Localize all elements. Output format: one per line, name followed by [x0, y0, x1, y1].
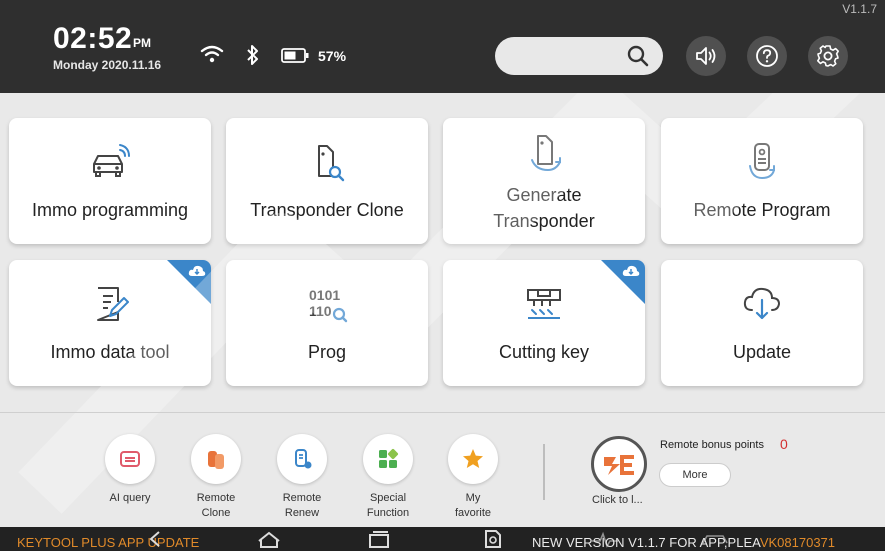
section-divider	[0, 412, 885, 413]
vertical-separator	[543, 444, 545, 500]
click-to-login-label[interactable]: Click to l...	[592, 494, 643, 506]
tile-label: Prog	[307, 342, 347, 362]
star-icon	[463, 449, 483, 468]
cloud-download-badge-icon	[188, 265, 206, 276]
remote-clone-button[interactable]: Remote Clone	[181, 434, 251, 521]
volume-icon	[696, 47, 716, 65]
volume-button[interactable]	[686, 36, 726, 76]
help-button[interactable]	[747, 36, 787, 76]
remote-renew-label-line2: Renew	[284, 507, 320, 519]
special-function-circle[interactable]	[363, 434, 413, 484]
battery-percentage: 57%	[318, 48, 347, 64]
search-doc-icon[interactable]	[482, 529, 504, 549]
tile-transponder-clone[interactable]: Transponder Clone	[226, 118, 428, 244]
binary-row-1: 0101	[309, 287, 340, 303]
tile-label: Cutting key	[498, 342, 590, 362]
remote-clone-icon	[208, 451, 224, 469]
remote-renew-button[interactable]: Remote Renew	[267, 434, 337, 521]
ai-query-circle[interactable]	[105, 434, 155, 484]
search-icon[interactable]	[627, 45, 649, 67]
cutting-machine-icon	[527, 289, 561, 319]
my-favorite-label: My favorite	[438, 491, 508, 521]
special-function-button[interactable]: Special Function	[353, 434, 423, 521]
clock-date: Monday 2020.11.16	[53, 58, 162, 72]
transponder-search-icon	[318, 145, 345, 182]
ai-query-icon	[120, 451, 140, 467]
binary-icon: 0101 110	[309, 287, 348, 323]
bluetooth-icon	[247, 45, 258, 65]
my-favorite-circle[interactable]	[448, 434, 498, 484]
tile-label-line2: Transponder	[493, 211, 595, 231]
remote-clone-label-line2: Clone	[201, 507, 231, 519]
tile-immo-data-tool[interactable]: Immo data tool	[9, 260, 211, 386]
ticker-left-text: KEYTOOL PLUS APP UPDATE	[17, 535, 200, 550]
special-function-label-line1: Special	[369, 492, 407, 504]
special-function-icon	[379, 448, 399, 468]
navigation-bar: KEYTOOL PLUS APP UPDATE NEW VERSION V1.1…	[0, 527, 885, 551]
transponder-generate-icon	[531, 135, 561, 172]
tile-label: Immo programming	[31, 200, 189, 220]
my-favorite-label-line1: My	[465, 492, 481, 504]
brand-logo-icon	[604, 455, 634, 475]
version-label: V1.1.7	[842, 2, 877, 16]
settings-button[interactable]	[808, 36, 848, 76]
status-header: V1.1.7 02:52 PM Monday 2020.11.16 57%	[0, 0, 885, 93]
clock-time: 02:52	[53, 22, 133, 55]
tile-label: Update	[732, 342, 792, 362]
remote-clone-label-line1: Remote	[196, 492, 236, 504]
back-icon[interactable]	[145, 529, 167, 549]
remote-renew-label-line1: Remote	[282, 492, 322, 504]
tile-immo-programming[interactable]: Immo programming	[9, 118, 211, 244]
my-favorite-label-line2: favorite	[454, 507, 492, 519]
remote-icon	[749, 143, 775, 180]
recents-icon[interactable]	[366, 529, 392, 549]
tile-update[interactable]: Update	[661, 260, 863, 386]
remote-renew-icon	[295, 449, 312, 469]
special-function-label-line2: Function	[366, 507, 410, 519]
tile-remote-program[interactable]: Remote Program	[661, 118, 863, 244]
ai-query-label: AI query	[109, 492, 151, 504]
settings-icon	[817, 45, 839, 67]
remote-renew-circle[interactable]	[277, 434, 327, 484]
tile-label: Immo data tool	[50, 342, 170, 362]
remote-renew-label: Remote Renew	[267, 491, 337, 521]
pulse-icon[interactable]	[590, 529, 620, 549]
my-favorite-button[interactable]: My favorite	[438, 434, 508, 521]
binary-row-2: 110	[309, 303, 332, 319]
more-button[interactable]: More	[659, 463, 731, 487]
tile-label-line1: Generate	[506, 185, 582, 205]
wifi-icon	[200, 45, 224, 63]
tile-prog[interactable]: 0101 110 Prog	[226, 260, 428, 386]
ticker-right-text: NEW VERSION V1.1.7 FOR APP,PLEAVK0817037…	[532, 535, 835, 550]
car-icon[interactable]	[700, 529, 730, 549]
tile-label: Generate Transponder	[443, 182, 645, 234]
help-icon	[756, 45, 778, 67]
tile-label: Remote Program	[693, 200, 831, 220]
remote-clone-circle[interactable]	[191, 434, 241, 484]
brand-logo-button[interactable]	[591, 436, 647, 492]
tile-label: Transponder Clone	[250, 200, 404, 220]
special-function-label: Special Function	[353, 491, 423, 521]
home-icon[interactable]	[256, 529, 282, 549]
battery-icon	[281, 48, 309, 63]
bonus-points-label: Remote bonus points	[660, 439, 764, 451]
car-key-icon	[93, 144, 130, 177]
search-bar[interactable]	[495, 37, 663, 75]
cloud-download-badge-icon	[622, 265, 640, 276]
bonus-points-value: 0	[780, 436, 788, 452]
cloud-download-icon	[743, 287, 781, 320]
ai-query-button[interactable]: AI query	[95, 434, 165, 506]
ticker-code: VK08170371	[759, 535, 836, 550]
tile-generate-transponder[interactable]: Generate Transponder	[443, 118, 645, 244]
remote-clone-label: Remote Clone	[181, 491, 251, 521]
tile-cutting-key[interactable]: Cutting key	[443, 260, 645, 386]
document-edit-icon	[97, 287, 129, 321]
clock-ampm: PM	[133, 36, 151, 50]
